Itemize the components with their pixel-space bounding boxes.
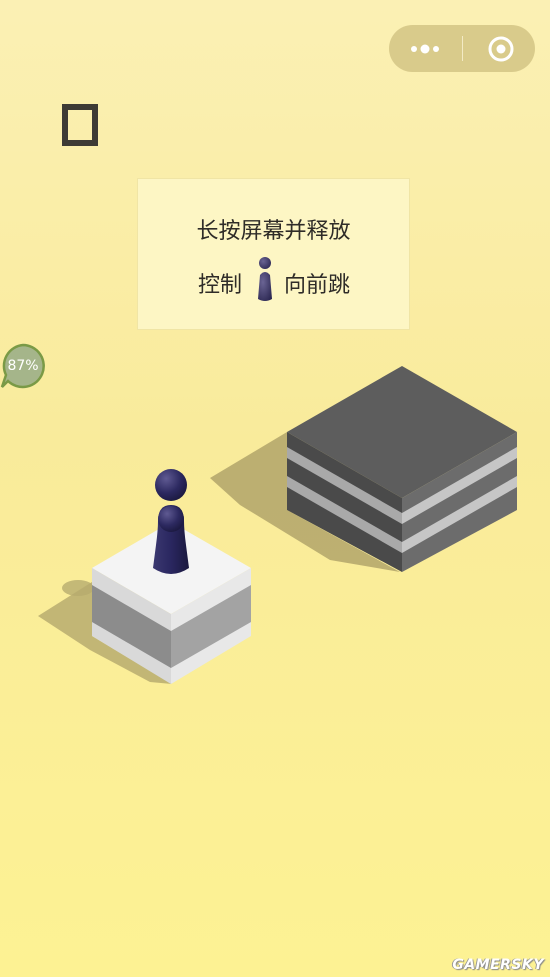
game-scene[interactable] xyxy=(0,0,550,977)
player-piece[interactable] xyxy=(153,469,189,574)
player-shadow xyxy=(62,580,94,596)
watermark: GAMERSKY xyxy=(452,957,544,973)
